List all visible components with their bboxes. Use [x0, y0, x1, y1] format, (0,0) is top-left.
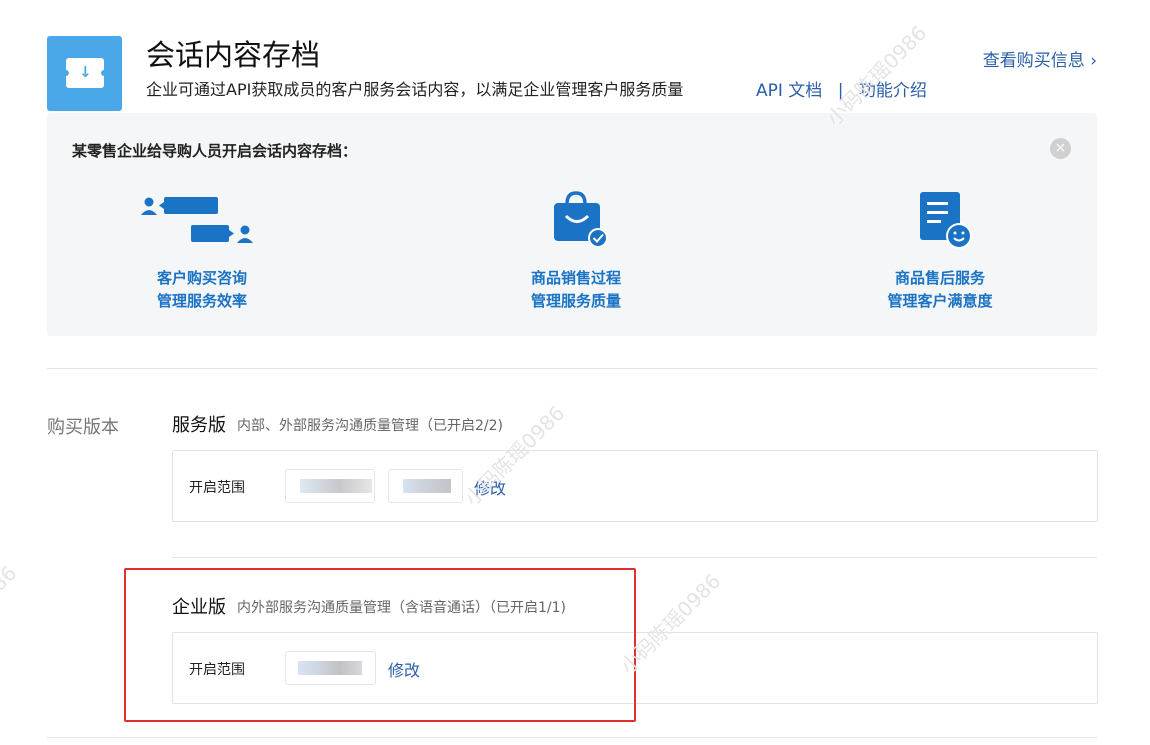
feature-line-1: 商品销售过程 — [530, 269, 621, 287]
purchase-info-link[interactable]: 查看购买信息 › — [983, 46, 1097, 71]
member-chip[interactable] — [388, 469, 463, 503]
promo-feature-consult: 客户购买咨询 管理服务效率 — [102, 193, 302, 313]
feature-line-2: 管理服务效率 — [156, 292, 247, 310]
page-subtitle: 企业可通过API获取成员的客户服务会话内容，以满足企业管理客户服务质量 — [146, 80, 684, 99]
app-icon: ↓ — [47, 36, 122, 111]
divider — [47, 368, 1097, 369]
link-separator: | — [837, 81, 844, 101]
chat-people-icon — [141, 197, 253, 243]
scope-box: 开启范围 修改 — [172, 450, 1098, 522]
divider — [47, 737, 1097, 738]
page-title: 会话内容存档 — [146, 38, 321, 72]
features-link[interactable]: 功能介绍 — [859, 81, 927, 101]
feature-line-1: 商品售后服务 — [894, 269, 985, 287]
plan-description: 内部、外部服务沟通质量管理（已开启2/2) — [237, 418, 503, 434]
watermark: 小码陈瑶0986 — [0, 560, 22, 671]
feature-line-2: 管理客户满意度 — [887, 292, 993, 310]
plan-name: 服务版 — [172, 415, 226, 436]
shopping-bag-check-icon — [554, 191, 608, 248]
highlight-box — [124, 568, 636, 722]
close-icon[interactable]: × — [1050, 138, 1071, 159]
promo-feature-aftersales: 商品售后服务 管理客户满意度 — [840, 192, 1040, 313]
chevron-right-icon: › — [1090, 51, 1097, 71]
archive-download-icon: ↓ — [63, 58, 107, 88]
feature-line-1: 客户购买咨询 — [156, 269, 247, 287]
redacted-member — [300, 479, 372, 493]
scope-label: 开启范围 — [189, 480, 245, 496]
redacted-member — [403, 479, 451, 493]
api-doc-link[interactable]: API 文档 — [756, 81, 822, 101]
divider — [172, 557, 1097, 558]
header-links: API 文档 | 功能介绍 — [756, 76, 927, 101]
promo-banner: 某零售企业给导购人员开启会话内容存档： × 客户购买咨询 管理服务效率 商品销售… — [47, 113, 1097, 336]
edit-scope-button[interactable]: 修改 — [474, 475, 506, 499]
purchase-info-label: 查看购买信息 — [982, 51, 1085, 71]
section-label: 购买版本 — [47, 417, 119, 438]
member-chip[interactable] — [285, 469, 375, 503]
promo-feature-sales: 商品销售过程 管理服务质量 — [476, 191, 676, 313]
document-smile-icon — [920, 192, 972, 249]
promo-title: 某零售企业给导购人员开启会话内容存档： — [72, 142, 358, 160]
feature-line-2: 管理服务质量 — [530, 292, 621, 310]
